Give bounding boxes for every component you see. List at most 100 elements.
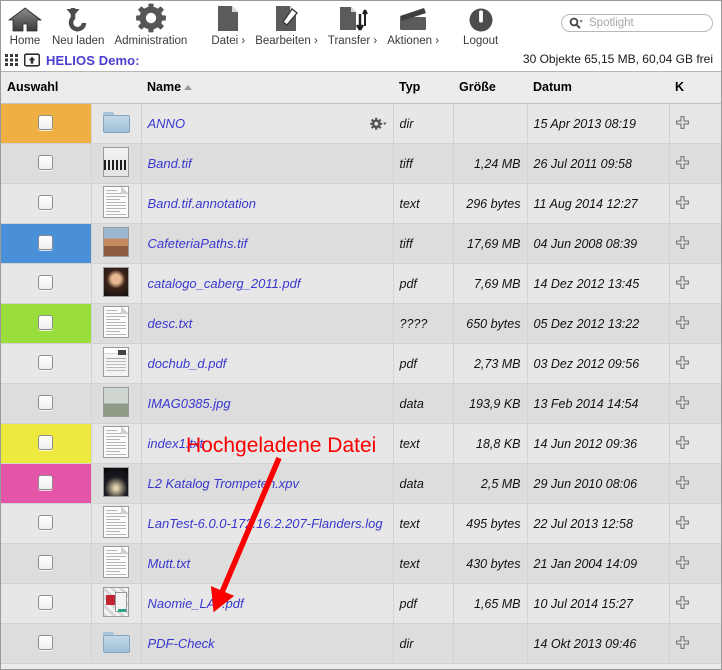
file-name-link[interactable]: catalogo_caberg_2011.pdf (148, 276, 301, 291)
row-selection-cell[interactable] (1, 103, 92, 144)
toolbar-menu-datei[interactable]: Datei › (206, 3, 250, 48)
grid-view-icon[interactable] (5, 53, 19, 67)
column-header-type[interactable]: Typ (393, 72, 453, 104)
row-k-cell[interactable] (669, 503, 721, 544)
file-name-link[interactable]: dochub_d.pdf (148, 356, 227, 371)
file-name-link[interactable]: Band.tif.annotation (148, 196, 256, 211)
row-name-cell[interactable]: IMAG0385.jpg (141, 383, 394, 424)
file-name-link[interactable]: ANNO (148, 116, 186, 131)
row-name-cell[interactable]: L2 Katalog Trompeten.xpv (141, 463, 394, 504)
table-row[interactable]: index1.txt text 18,8 KB 14 Jun 2012 09:36 (1, 423, 721, 464)
search-input[interactable] (587, 16, 709, 30)
table-row[interactable]: dochub_d.pdf pdf 2,73 MB 03 Dez 2012 09:56 (1, 343, 721, 384)
file-name-link[interactable]: Mutt.txt (148, 556, 191, 571)
row-selection-cell[interactable] (1, 463, 92, 504)
row-k-cell[interactable] (669, 583, 721, 624)
row-k-cell[interactable] (669, 303, 721, 344)
table-row[interactable]: LanTest-6.0.0-172.16.2.207-Flanders.log t… (1, 503, 721, 544)
row-k-cell[interactable] (669, 463, 721, 504)
row-checkbox[interactable] (38, 554, 54, 570)
row-name-cell[interactable]: Naomie_LAY.pdf (141, 583, 394, 624)
row-name-cell[interactable]: Band.tif.annotation (141, 183, 394, 224)
toolbar-menu-transfer[interactable]: Transfer › (323, 3, 382, 48)
file-name-link[interactable]: Naomie_LAY.pdf (148, 596, 244, 611)
search-box[interactable] (561, 14, 713, 32)
table-row[interactable]: CafeteriaPaths.tif tiff 17,69 MB 04 Jun 200… (1, 223, 721, 264)
file-name-link[interactable]: PDF-Check (148, 636, 215, 651)
row-k-cell[interactable] (669, 543, 721, 584)
column-header-size[interactable]: Größe (453, 72, 527, 104)
row-checkbox[interactable] (38, 474, 54, 490)
row-name-cell[interactable]: LanTest-6.0.0-172.16.2.207-Flanders.log (141, 503, 394, 544)
row-k-cell[interactable] (669, 343, 721, 384)
file-name-link[interactable]: IMAG0385.jpg (148, 396, 231, 411)
table-row[interactable]: catalogo_caberg_2011.pdf pdf 7,69 MB 14 Dez… (1, 263, 721, 304)
row-selection-cell[interactable] (1, 223, 92, 264)
row-name-cell[interactable]: CafeteriaPaths.tif (141, 223, 394, 264)
row-k-cell[interactable] (669, 423, 721, 464)
row-selection-cell[interactable] (1, 343, 92, 384)
row-k-cell[interactable] (669, 623, 721, 664)
row-selection-cell[interactable] (1, 303, 92, 344)
row-selection-cell[interactable] (1, 263, 92, 304)
table-row[interactable]: Naomie_LAY.pdf pdf 1,65 MB 10 Jul 2014 15:2… (1, 583, 721, 624)
row-checkbox[interactable] (38, 394, 54, 410)
column-header-name[interactable]: Name (141, 72, 393, 104)
row-k-cell[interactable] (669, 183, 721, 224)
row-name-cell[interactable]: catalogo_caberg_2011.pdf (141, 263, 394, 304)
table-row[interactable]: Mutt.txt text 430 bytes 21 Jan 2004 14:09 (1, 543, 721, 584)
row-selection-cell[interactable] (1, 183, 92, 224)
table-row[interactable]: Band.tif.annotation text 296 bytes 11 Aug 2… (1, 183, 721, 224)
row-checkbox[interactable] (38, 354, 54, 370)
row-k-cell[interactable] (669, 103, 721, 144)
file-name-link[interactable]: L2 Katalog Trompeten.xpv (148, 476, 300, 491)
column-header-date[interactable]: Datum (527, 72, 669, 104)
row-k-cell[interactable] (669, 263, 721, 304)
row-name-cell[interactable]: Mutt.txt (141, 543, 394, 584)
table-row[interactable]: ANNO dir 15 Apr 2013 08:19 (1, 103, 721, 144)
row-selection-cell[interactable] (1, 383, 92, 424)
toolbar-button-logout[interactable]: Logout (458, 3, 503, 48)
row-checkbox[interactable] (38, 314, 54, 330)
row-selection-cell[interactable] (1, 623, 92, 664)
file-name-link[interactable]: LanTest-6.0.0-172.16.2.207-Flanders.log (148, 516, 383, 531)
table-row[interactable]: Band.tif tiff 1,24 MB 26 Jul 2011 09:58 (1, 143, 721, 184)
row-checkbox[interactable] (38, 274, 54, 290)
row-name-cell[interactable]: dochub_d.pdf (141, 343, 394, 384)
table-row[interactable]: L2 Katalog Trompeten.xpv data 2,5 MB 29 Jun… (1, 463, 721, 504)
toolbar-menu-aktionen[interactable]: Aktionen › (382, 3, 444, 48)
row-name-cell[interactable]: Band.tif (141, 143, 394, 184)
row-selection-cell[interactable] (1, 143, 92, 184)
row-checkbox[interactable] (38, 514, 54, 530)
row-selection-cell[interactable] (1, 583, 92, 624)
table-row[interactable]: IMAG0385.jpg data 193,9 KB 13 Feb 2014 14:5… (1, 383, 721, 424)
table-row[interactable]: PDF-Check dir 14 Okt 2013 09:46 (1, 623, 721, 664)
file-name-link[interactable]: desc.txt (148, 316, 193, 331)
row-selection-cell[interactable] (1, 543, 92, 584)
file-name-link[interactable]: index1.txt (148, 436, 204, 451)
row-checkbox[interactable] (38, 114, 54, 130)
folder-up-icon[interactable] (24, 53, 40, 67)
row-selection-cell[interactable] (1, 423, 92, 464)
toolbar-button-administration[interactable]: Administration (109, 3, 192, 48)
row-checkbox[interactable] (38, 194, 54, 210)
row-selection-cell[interactable] (1, 503, 92, 544)
row-checkbox[interactable] (38, 434, 54, 450)
row-k-cell[interactable] (669, 223, 721, 264)
file-name-link[interactable]: Band.tif (148, 156, 192, 171)
row-name-cell[interactable]: ANNO (141, 103, 394, 144)
file-name-link[interactable]: CafeteriaPaths.tif (148, 236, 248, 251)
row-name-cell[interactable]: index1.txt (141, 423, 394, 464)
row-name-cell[interactable]: PDF-Check (141, 623, 394, 664)
row-checkbox[interactable] (38, 634, 54, 650)
toolbar-button-home[interactable]: Home (3, 3, 47, 48)
row-checkbox[interactable] (38, 154, 54, 170)
row-name-cell[interactable]: desc.txt (141, 303, 394, 344)
column-header-selection[interactable]: Auswahl (1, 72, 91, 104)
table-row[interactable]: desc.txt???? 650 bytes 05 Dez 2012 13:22 (1, 303, 721, 344)
row-k-cell[interactable] (669, 143, 721, 184)
toolbar-button-reload[interactable]: Neu laden (47, 3, 109, 48)
column-header-k[interactable]: K (669, 72, 721, 104)
row-actions-gear-button[interactable] (369, 117, 387, 130)
toolbar-menu-bearbeiten[interactable]: Bearbeiten › (250, 3, 323, 48)
